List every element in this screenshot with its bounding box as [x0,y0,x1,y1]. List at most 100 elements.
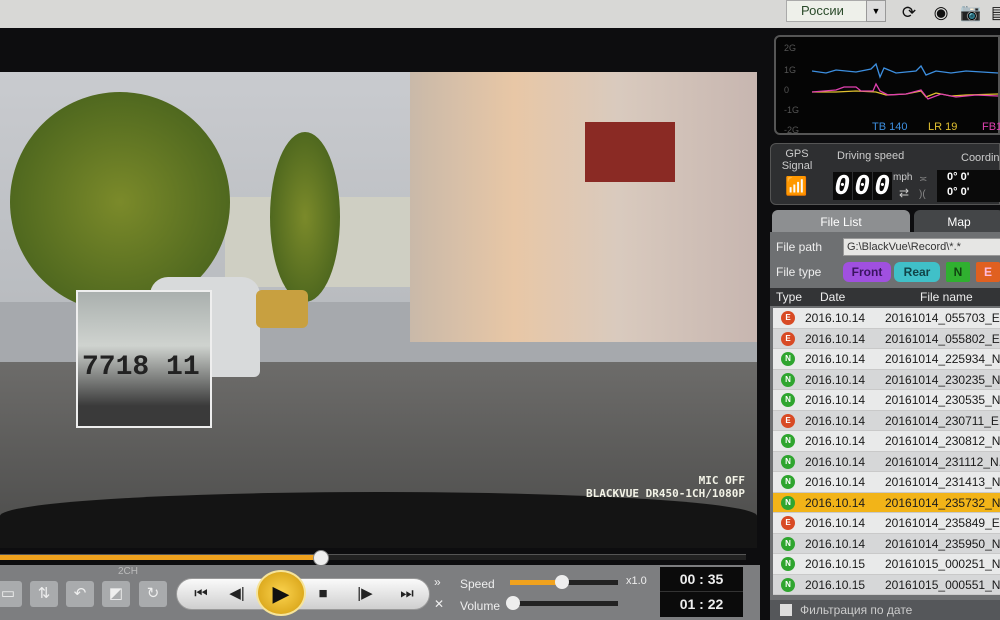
speed-fill [510,580,560,585]
front-filter-button[interactable]: Front [843,262,891,282]
video-car [256,290,308,328]
column-file-name[interactable]: File name [920,288,973,306]
event-file-icon: E [781,331,795,346]
file-name: 20161014_055802_E.mp4 [885,331,1000,346]
file-date: 2016.10.14 [805,331,866,346]
flip-icon[interactable]: ⇅ [30,581,58,607]
filter-bar: Фильтрация по дате [770,600,1000,620]
file-row[interactable]: E 2016.10.14 20161014_235849_E.mp4 [773,513,1000,534]
prev-frame-button[interactable]: ◀| [219,579,255,609]
file-row[interactable]: N 2016.10.14 20161014_235732_N.mp4 [773,492,1000,513]
file-name: 20161015_000251_N.mp4 [885,557,1000,571]
osd-model: BLACKVUE DR450-1CH/1080P [586,487,745,500]
file-row[interactable]: N 2016.10.14 20161014_230235_N.mp4 [773,369,1000,390]
normal-file-icon: N [781,557,795,571]
mute-icon[interactable]: ✕ [434,597,444,611]
column-date[interactable]: Date [820,288,845,306]
volume-label: Volume [460,599,501,613]
file-row[interactable]: N 2016.10.15 20161015_000551_N.mp4 [773,574,1000,595]
swap-channel-icon[interactable]: ↻ [139,581,167,607]
file-name: 20161014_235732_N.mp4 [885,495,1000,510]
progress-bar[interactable] [0,550,746,566]
file-name: 20161014_231413_N.mp4 [885,475,1000,489]
file-row[interactable]: N 2016.10.14 20161014_231413_N.mp4 [773,472,1000,493]
print-icon[interactable]: ▤ [988,3,1000,23]
file-name: 20161014_235950_N.mp4 [885,536,1000,551]
normal-filter-button[interactable]: N [946,262,970,282]
next-frame-button[interactable]: |▶ [347,579,383,609]
volume-handle[interactable] [506,596,520,610]
lr-value: LR 19 [928,121,958,133]
file-name: 20161014_055703_E.mp4 [885,311,1000,325]
speed-slider[interactable] [510,575,618,589]
file-row[interactable]: N 2016.10.14 20161014_235950_N.mp4 [773,533,1000,554]
latitude-icon: ≍ [919,174,928,185]
file-date: 2016.10.15 [805,577,866,592]
event-file-icon: E [781,413,795,428]
speed-handle[interactable] [555,575,569,589]
progress-fill [0,555,321,560]
file-row[interactable]: E 2016.10.14 20161014_055802_E.mp4 [773,328,1000,349]
column-type[interactable]: Type [776,288,802,306]
file-date: 2016.10.14 [805,454,866,469]
file-name: 20161014_231112_N.mp4 [885,454,1000,469]
sd-card-sync-icon[interactable]: ⟳ [898,3,920,23]
stop-button[interactable]: ■ [305,579,341,609]
camera-icon[interactable]: 📷 [960,3,982,23]
coordinates-label: Coordina [961,152,1000,164]
tab-map[interactable]: Map [914,210,1000,234]
rear-filter-button[interactable]: Rear [894,262,940,282]
speed-digit: 0 [853,171,872,201]
time-total: 01 : 22 [679,596,724,612]
file-name: 20161015_000551_N.mp4 [885,577,1000,592]
zoom-inset: 7718 11 [76,290,212,428]
speed-digit: 0 [873,171,892,201]
volume-slider[interactable] [506,596,618,610]
fast-forward-icon[interactable]: » [434,575,441,589]
file-date: 2016.10.14 [805,475,866,489]
progress-handle[interactable] [312,550,329,566]
file-date: 2016.10.14 [805,352,866,366]
file-date: 2016.10.14 [805,434,866,448]
normal-file-icon: N [781,475,795,489]
file-row[interactable]: E 2016.10.14 20161014_055703_E.mp4 [773,308,1000,329]
chevron-down-icon[interactable]: ▼ [866,0,886,22]
file-row[interactable]: N 2016.10.15 20161015_000251_N.mp4 [773,554,1000,575]
file-path-input[interactable]: G:\BlackVue\Record\*.* [843,238,1000,256]
export-icon[interactable]: ▭ [0,581,22,607]
file-row[interactable]: N 2016.10.14 20161014_225934_N.mp4 [773,349,1000,370]
tab-file-list[interactable]: File List [772,210,910,234]
file-row[interactable]: N 2016.10.14 20161014_230535_N.mp4 [773,390,1000,411]
unit-toggle-icon[interactable]: ⇄ [899,186,909,200]
file-date: 2016.10.15 [805,557,866,571]
file-name: 20161014_230235_N.mp4 [885,372,1000,387]
file-date: 2016.10.14 [805,413,866,428]
file-list-panel: File path G:\BlackVue\Record\*.* File ty… [770,232,1000,620]
first-file-button[interactable]: ⏮ [183,579,219,609]
date-filter-checkbox[interactable] [780,604,792,616]
coordinates-display: 0° 0' 0° 0' [937,170,1000,202]
longitude-icon: )( [919,189,926,200]
file-row[interactable]: N 2016.10.14 20161014_230812_N.mp4 [773,431,1000,452]
g-sensor-graph: 2G 1G 0 -1G -2G TB 140 LR 19 FB1 [774,35,1000,135]
play-button[interactable]: ▶ [256,570,306,616]
event-filter-button[interactable]: E [976,262,1000,282]
compass-icon[interactable]: ◉ [930,3,952,23]
normal-file-icon: N [781,393,795,407]
file-row[interactable]: N 2016.10.14 20161014_231112_N.mp4 [773,451,1000,472]
rotate-icon[interactable]: ↶ [66,581,94,607]
date-filter-label: Фильтрация по дате [800,603,913,617]
fb-value: FB1 [982,121,1000,133]
pip-icon[interactable]: ◩ [102,581,130,607]
panel-tabs: File List Map [770,210,1000,234]
last-file-button[interactable]: ⏭ [389,579,425,609]
osd-mic: MIC OFF [698,474,745,487]
list-header: Type Date File name [770,288,1000,306]
normal-file-icon: N [781,372,795,387]
file-date: 2016.10.14 [805,393,866,407]
normal-file-icon: N [781,577,795,592]
video-player[interactable]: 7718 11 MIC OFF BLACKVUE DR450-1CH/1080P [0,72,757,548]
file-row[interactable]: E 2016.10.14 20161014_230711_E.mp4 [773,410,1000,431]
file-name: 20161014_230711_E.mp4 [885,413,1000,428]
normal-file-icon: N [781,454,795,469]
